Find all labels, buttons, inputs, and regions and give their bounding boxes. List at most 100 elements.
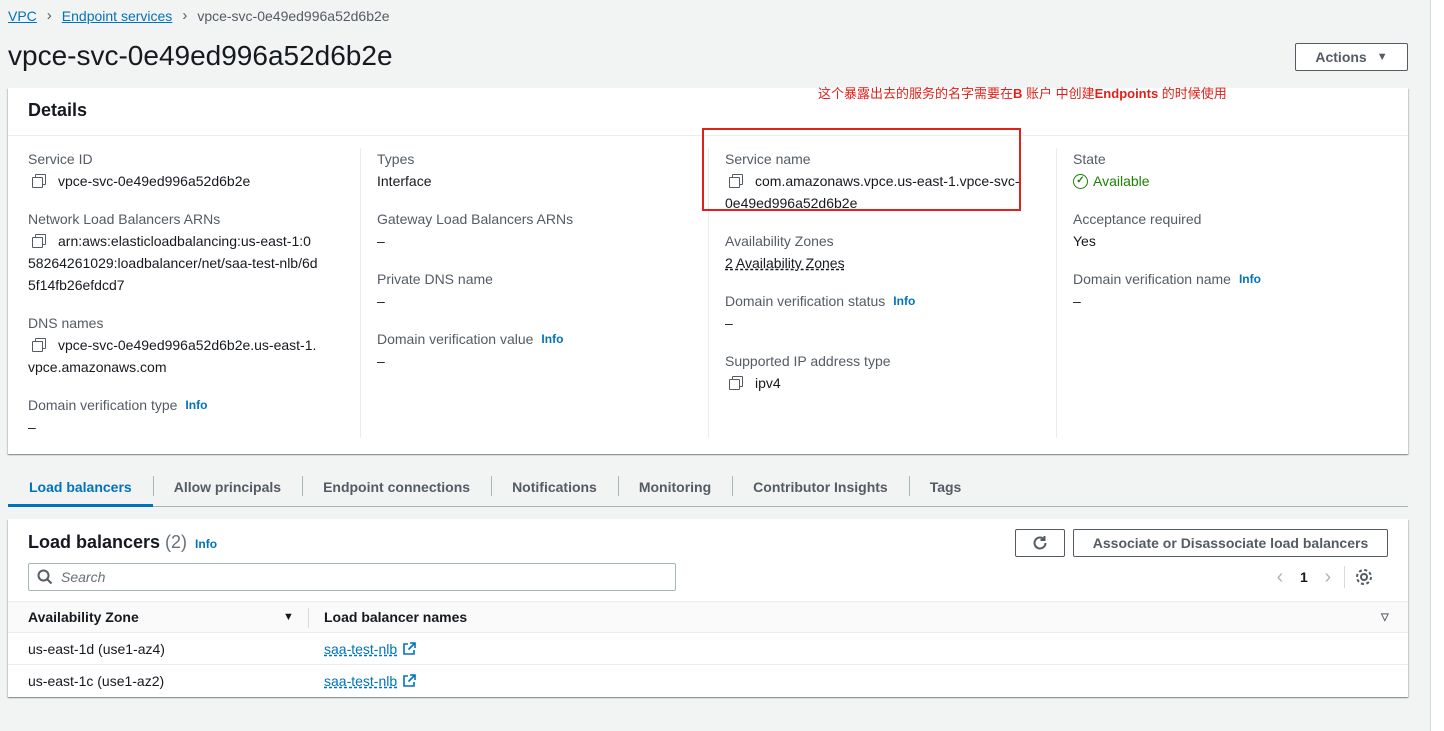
load-balancer-link[interactable]: saa-test-nlb [324, 641, 397, 657]
load-balancers-heading: Load balancers (2) Info [28, 532, 217, 553]
chevron-right-icon: › [182, 7, 188, 24]
tab-allow-principals[interactable]: Allow principals [152, 468, 302, 506]
tab-bar: Load balancers Allow principals Endpoint… [8, 468, 1408, 507]
service-id-value: vpce-svc-0e49ed996a52d6b2e [58, 173, 251, 189]
gwlb-arns-field: Gateway Load Balancers ARNs – [377, 208, 573, 252]
tab-contributor-insights[interactable]: Contributor Insights [732, 468, 909, 506]
column-resizer[interactable] [308, 608, 309, 628]
info-link[interactable]: Info [185, 394, 207, 416]
search-icon [37, 569, 53, 585]
load-balancer-link[interactable]: saa-test-nlb [324, 673, 397, 689]
domain-verification-type-field: Domain verification type Info – [28, 394, 207, 438]
annotation-text: 账户 中创建 [1022, 86, 1095, 101]
nlb-arns-field: Network Load Balancers ARNs arn:aws:elas… [28, 208, 318, 296]
domain-verification-value-value: – [377, 353, 385, 369]
search-field [28, 563, 676, 591]
private-dns-value: – [377, 293, 385, 309]
gear-icon[interactable] [1355, 568, 1373, 586]
info-link[interactable]: Info [195, 537, 217, 551]
availability-zone-cell: us-east-1c (use1-az2) [28, 673, 165, 689]
table-row: us-east-1c (use1-az2) saa-test-nlb [8, 665, 1408, 697]
breadcrumb-vpc[interactable]: VPC [8, 8, 37, 24]
table-header: Availability Zone ▼ Load balancer names … [8, 601, 1408, 633]
domain-verification-status-field: Domain verification status Info – [725, 290, 915, 334]
info-link[interactable]: Info [893, 290, 915, 312]
actions-button[interactable]: Actions ▼ [1295, 43, 1408, 71]
load-balancers-count: (2) [165, 532, 188, 552]
pagination: ‹ 1 › [1270, 563, 1373, 591]
info-link[interactable]: Info [1239, 268, 1261, 290]
availability-zones-field: Availability Zones 2 Availability Zones [725, 230, 845, 274]
refresh-button[interactable] [1015, 529, 1065, 557]
supported-ip-field: Supported IP address type ipv4 [725, 350, 891, 396]
associate-load-balancers-button[interactable]: Associate or Disassociate load balancers [1073, 529, 1388, 557]
details-column-4: State ✓ Available Acceptance required Ye… [1073, 148, 1393, 438]
refresh-icon [1033, 536, 1047, 550]
copy-icon[interactable] [32, 174, 46, 188]
private-dns-label: Private DNS name [377, 271, 493, 287]
domain-verification-status-value: – [725, 315, 733, 331]
chevron-right-icon: › [46, 7, 52, 24]
types-label: Types [377, 151, 415, 167]
annotation-text: 这个暴露出去的服务的名字需要在 [818, 86, 1014, 101]
copy-icon[interactable] [32, 338, 46, 352]
tab-monitoring[interactable]: Monitoring [617, 468, 732, 506]
supported-ip-value: ipv4 [755, 375, 781, 391]
annotation-bold: B [1013, 86, 1023, 101]
info-link[interactable]: Info [541, 328, 563, 350]
load-balancers-panel: Load balancers (2) Info Associate or Dis… [8, 519, 1408, 697]
service-id-field: Service ID vpce-svc-0e49ed996a52d6b2e [28, 148, 250, 194]
domain-verification-type-value: – [28, 419, 36, 435]
annotation-note: 这个暴露出去的服务的名字需要在B 账户 中创建Endpoints 的时候使用 [818, 83, 1227, 102]
chevron-left-icon[interactable]: ‹ [1270, 566, 1290, 589]
domain-verification-name-value: – [1073, 293, 1081, 309]
private-dns-field: Private DNS name – [377, 268, 493, 312]
gwlb-arns-label: Gateway Load Balancers ARNs [377, 211, 574, 227]
sort-caret-icon[interactable]: ▼ [283, 611, 294, 623]
actions-label: Actions [1315, 49, 1367, 65]
supported-ip-label: Supported IP address type [725, 353, 891, 369]
page-title: vpce-svc-0e49ed996a52d6b2e [8, 40, 393, 71]
tab-tags[interactable]: Tags [908, 468, 983, 506]
external-link-icon[interactable] [402, 641, 416, 656]
nlb-arns-label: Network Load Balancers ARNs [28, 211, 221, 227]
details-column-1: Service ID vpce-svc-0e49ed996a52d6b2e Ne… [28, 148, 360, 438]
chevron-right-icon[interactable]: › [1318, 566, 1338, 589]
external-link-icon[interactable] [402, 674, 416, 688]
annotation-text: 的时候使用 [1158, 86, 1227, 101]
load-balancers-table: Availability Zone ▼ Load balancer names … [8, 601, 1408, 697]
availability-zones-link[interactable]: 2 Availability Zones [725, 255, 845, 271]
page-edge [1430, 0, 1444, 731]
tab-notifications[interactable]: Notifications [491, 468, 618, 506]
sort-caret-icon[interactable]: ▽ [1381, 612, 1389, 623]
dns-names-label: DNS names [28, 315, 104, 331]
breadcrumb: VPC › Endpoint services › vpce-svc-0e49e… [8, 7, 390, 24]
copy-icon[interactable] [729, 376, 743, 390]
availability-zones-label: Availability Zones [725, 233, 834, 249]
state-value: Available [1093, 173, 1150, 189]
column-header-load-balancer-names[interactable]: Load balancer names [324, 609, 467, 625]
copy-icon[interactable] [32, 234, 46, 248]
annotation-highlight-box [702, 128, 1021, 211]
state-field: State ✓ Available [1073, 148, 1150, 192]
types-field: Types Interface [377, 148, 431, 192]
domain-verification-value-label: Domain verification value [377, 331, 534, 347]
service-id-label: Service ID [28, 151, 93, 167]
state-label: State [1073, 151, 1106, 167]
gwlb-arns-value: – [377, 233, 385, 249]
domain-verification-value-field: Domain verification value Info – [377, 328, 563, 372]
domain-verification-type-label: Domain verification type [28, 397, 178, 413]
tab-endpoint-connections[interactable]: Endpoint connections [302, 468, 491, 506]
check-circle-icon: ✓ [1073, 173, 1088, 189]
details-heading: Details [28, 100, 88, 120]
column-header-availability-zone[interactable]: Availability Zone [28, 609, 139, 625]
column-divider [360, 148, 361, 438]
tab-load-balancers[interactable]: Load balancers [8, 468, 153, 507]
nlb-arns-value: arn:aws:elasticloadbalancing:us-east-1:0… [28, 233, 318, 293]
page-number[interactable]: 1 [1300, 569, 1308, 585]
acceptance-value: Yes [1073, 233, 1096, 249]
availability-zone-cell: us-east-1d (use1-az4) [28, 640, 165, 657]
breadcrumb-endpoint-services[interactable]: Endpoint services [62, 8, 173, 24]
search-input[interactable] [61, 569, 651, 585]
breadcrumb-current: vpce-svc-0e49ed996a52d6b2e [197, 7, 390, 24]
